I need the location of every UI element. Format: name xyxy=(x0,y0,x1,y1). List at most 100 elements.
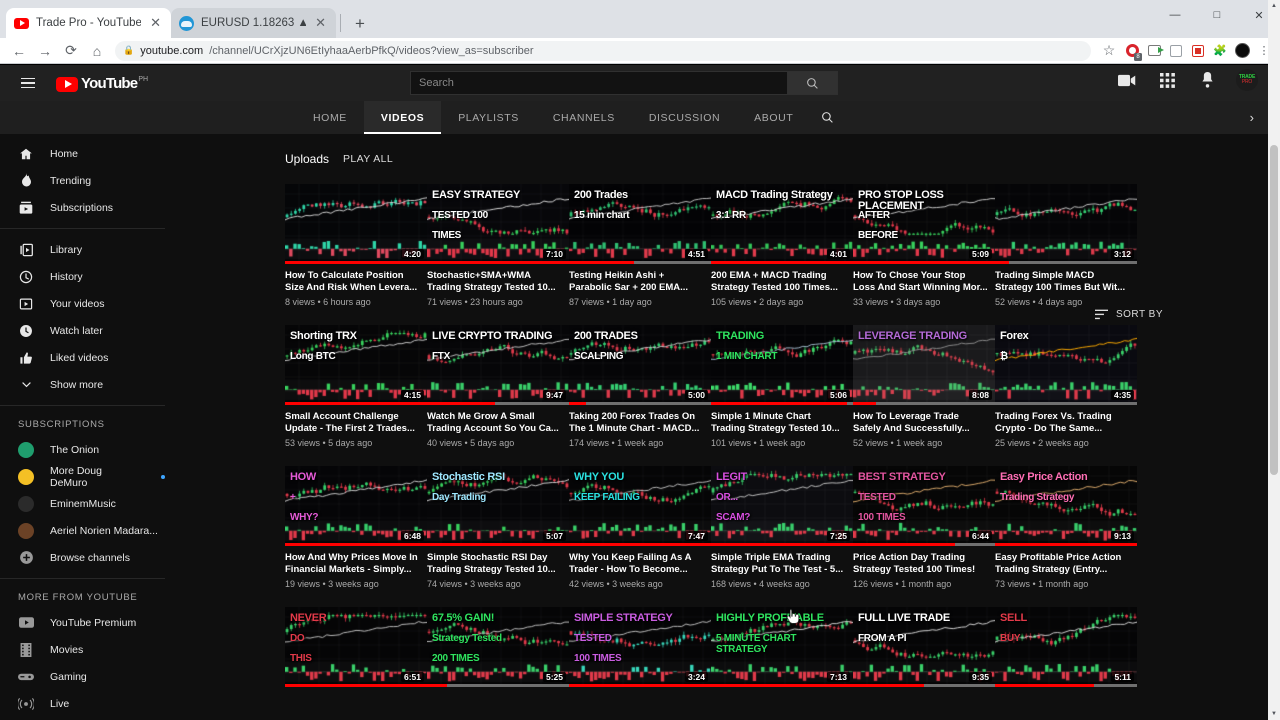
opera-icon[interactable]: 8 xyxy=(1122,41,1142,61)
puzzle-icon[interactable]: 🧩 xyxy=(1210,41,1230,61)
search-button[interactable] xyxy=(788,71,838,95)
sidebar-item-more-doug-demuro[interactable]: More Doug DeMuro xyxy=(0,463,165,490)
new-tab-button[interactable]: + xyxy=(347,14,373,38)
page-scrollbar[interactable]: ▲ ▼ xyxy=(1268,0,1280,720)
scrollbar-thumb[interactable] xyxy=(1270,145,1278,475)
video-thumbnail[interactable]: 200 TRADES SCALPING 5:00 xyxy=(569,325,711,405)
sidebar-item-liked-videos[interactable]: Liked videos xyxy=(0,344,165,371)
video-card-inner[interactable]: TRADING 1 MIN CHART 5:06 Simple 1 Minute … xyxy=(711,325,853,448)
scroll-down-arrow[interactable]: ▼ xyxy=(1268,708,1280,720)
video-card[interactable]: 4:20 How To Calculate Position Size And … xyxy=(285,184,427,307)
sidebar-item-the-onion[interactable]: The Onion xyxy=(0,436,165,463)
play-all-button[interactable]: PLAY ALL xyxy=(343,153,393,165)
sidebar-item-history[interactable]: History xyxy=(0,263,165,290)
video-card-inner[interactable]: 67.5% GAIN! Strategy Tested 200 TIMES 5:25 xyxy=(427,607,569,687)
tab-playlists[interactable]: PLAYLISTS xyxy=(441,101,536,134)
close-icon[interactable]: ✕ xyxy=(148,15,163,31)
apps-grid-icon[interactable] xyxy=(1156,69,1178,91)
tab-videos[interactable]: VIDEOS xyxy=(363,101,442,134)
video-card[interactable]: 67.5% GAIN! Strategy Tested 200 TIMES 5:25 xyxy=(427,607,569,687)
video-card[interactable]: SELL BUY 5:11 xyxy=(995,607,1137,687)
create-video-icon[interactable] xyxy=(1116,69,1138,91)
video-card[interactable]: SIMPLE STRATEGY TESTED 100 TIMES 3:24 xyxy=(569,607,711,687)
video-title[interactable]: Why You Keep Failing As A Trader - How T… xyxy=(569,552,711,575)
video-card[interactable]: TRADING 1 MIN CHART 5:06 Simple 1 Minute … xyxy=(711,325,853,448)
video-title[interactable]: Easy Profitable Price Action Trading Str… xyxy=(995,552,1137,575)
video-thumbnail[interactable]: LEGIT OR... SCAM? 7:25 xyxy=(711,466,853,546)
video-card-inner[interactable]: Shorting TRX Long BTC 4:15 Small Account … xyxy=(285,325,427,448)
video-title[interactable]: Simple Stochastic RSI Day Trading Strate… xyxy=(427,552,569,575)
video-title[interactable]: 200 EMA + MACD Trading Strategy Tested 1… xyxy=(711,270,853,293)
close-icon[interactable]: ✕ xyxy=(313,15,328,31)
browser-tab-youtube[interactable]: Trade Pro - YouTube ✕ xyxy=(6,8,171,38)
video-card-inner[interactable]: PRO STOP LOSS PLACEMENT AFTER BEFORE 5:09 … xyxy=(853,184,995,307)
channel-search-icon[interactable] xyxy=(810,101,844,134)
video-card-inner[interactable]: FULL LIVE TRADE FROM A PI 9:35 xyxy=(853,607,995,687)
video-thumbnail[interactable]: WHY YOU KEEP FAILING 7:47 xyxy=(569,466,711,546)
back-icon[interactable]: ← xyxy=(6,39,32,63)
reload-icon[interactable]: ⟳ xyxy=(58,39,84,63)
browser-tab-eurusd[interactable]: EURUSD 1.18263 ▲ +0.1% Unna ✕ xyxy=(171,8,336,38)
video-title[interactable]: Small Account Challenge Update - The Fir… xyxy=(285,411,427,434)
address-bar[interactable]: 🔒 youtube.com/channel/UCrXjzUN6EtIyhaaAe… xyxy=(115,40,1091,61)
video-thumbnail[interactable]: Easy Price Action Trading Strategy 9:13 xyxy=(995,466,1137,546)
video-thumbnail[interactable]: LEVERAGE TRADING 8:08 xyxy=(853,325,995,405)
video-card-inner[interactable]: 3:12 Trading Simple MACD Strategy 100 Ti… xyxy=(995,184,1137,307)
video-thumbnail[interactable]: Stochastic RSI Day Trading 5:07 xyxy=(427,466,569,546)
video-card[interactable]: LIVE CRYPTO TRADING FTX 9:47 Watch Me Gro… xyxy=(427,325,569,448)
sidebar-item-live[interactable]: Live xyxy=(0,690,165,717)
video-card-inner[interactable]: 200 Trades 15 min chart 4:51 Testing Heik… xyxy=(569,184,711,307)
video-card[interactable]: 200 Trades 15 min chart 4:51 Testing Heik… xyxy=(569,184,711,307)
video-thumbnail[interactable]: TRADING 1 MIN CHART 5:06 xyxy=(711,325,853,405)
guide-menu-icon[interactable] xyxy=(14,69,42,97)
video-thumbnail[interactable]: Shorting TRX Long BTC 4:15 xyxy=(285,325,427,405)
bookmark-star-icon[interactable]: ☆ xyxy=(1096,39,1122,63)
video-card[interactable]: WHY YOU KEEP FAILING 7:47 Why You Keep Fa… xyxy=(569,466,711,589)
video-thumbnail[interactable]: LIVE CRYPTO TRADING FTX 9:47 xyxy=(427,325,569,405)
video-card-inner[interactable]: MACD Trading Strategy 3:1 RR 4:01 200 EMA… xyxy=(711,184,853,307)
video-card-inner[interactable]: HOW + WHY? 6:48 How And Why Prices Move In… xyxy=(285,466,427,589)
video-card[interactable]: EASY STRATEGY TESTED 100 TIMES 7:10 Stocha… xyxy=(427,184,569,307)
video-title[interactable]: Stochastic+SMA+WMA Trading Strategy Test… xyxy=(427,270,569,293)
video-card[interactable]: Stochastic RSI Day Trading 5:07 Simple St… xyxy=(427,466,569,589)
video-card-inner[interactable]: HIGHLY PROFITABLE 5 MINUTE CHART STRATEGY… xyxy=(711,607,853,687)
sidebar-item-library[interactable]: Library xyxy=(0,236,165,263)
video-card[interactable]: PRO STOP LOSS PLACEMENT AFTER BEFORE 5:09 … xyxy=(853,184,995,307)
video-card[interactable]: FULL LIVE TRADE FROM A PI 9:35 xyxy=(853,607,995,687)
chevron-right-icon[interactable]: › xyxy=(1250,110,1254,125)
notifications-bell-icon[interactable] xyxy=(1196,69,1218,91)
video-thumbnail[interactable]: NEVER DO THIS 6:51 xyxy=(285,607,427,687)
video-card-inner[interactable]: SELL BUY 5:11 xyxy=(995,607,1137,687)
sidebar-item-show-more[interactable]: Show more xyxy=(0,371,165,398)
video-title[interactable]: How To Calculate Position Size And Risk … xyxy=(285,270,427,293)
video-title[interactable]: Testing Heikin Ashi + Parabolic Sar + 20… xyxy=(569,270,711,293)
tab-about[interactable]: ABOUT xyxy=(737,101,810,134)
video-card[interactable]: LEGIT OR... SCAM? 7:25 Simple Triple EMA T… xyxy=(711,466,853,589)
video-thumbnail[interactable]: BEST STRATEGY TESTED 100 TIMES 6:44 xyxy=(853,466,995,546)
video-card-inner[interactable]: Easy Price Action Trading Strategy 9:13 E… xyxy=(995,466,1137,589)
video-thumbnail[interactable]: 200 Trades 15 min chart 4:51 xyxy=(569,184,711,264)
video-title[interactable]: How And Why Prices Move In Financial Mar… xyxy=(285,552,427,575)
sidebar-item-subscriptions[interactable]: Subscriptions xyxy=(0,194,165,221)
video-card-inner[interactable]: Forex ₿ 4:35 Trading Forex Vs. Trading Cr… xyxy=(995,325,1137,448)
video-title[interactable]: Simple Triple EMA Trading Strategy Put T… xyxy=(711,552,853,575)
video-thumbnail[interactable]: 4:20 xyxy=(285,184,427,264)
video-card[interactable]: HIGHLY PROFITABLE 5 MINUTE CHART STRATEGY… xyxy=(711,607,853,687)
video-title[interactable]: How To Leverage Trade Safely And Success… xyxy=(853,411,995,434)
video-card[interactable]: NEVER DO THIS 6:51 xyxy=(285,607,427,687)
video-thumbnail[interactable]: HIGHLY PROFITABLE 5 MINUTE CHART STRATEGY… xyxy=(711,607,853,687)
grayscale-icon[interactable] xyxy=(1166,41,1186,61)
video-title[interactable]: How To Chose Your Stop Loss And Start Wi… xyxy=(853,270,995,293)
video-thumbnail[interactable]: 3:12 xyxy=(995,184,1137,264)
share-icon[interactable] xyxy=(1144,41,1164,61)
video-title[interactable]: Trading Simple MACD Strategy 100 Times B… xyxy=(995,270,1137,293)
sidebar-item-browse-channels[interactable]: Browse channels xyxy=(0,544,165,571)
maximize-button[interactable]: □ xyxy=(1196,0,1238,30)
sidebar-item-eminemmusic[interactable]: EminemMusic xyxy=(0,490,165,517)
avatar[interactable] xyxy=(1232,41,1252,61)
sidebar-item-gaming[interactable]: Gaming xyxy=(0,663,165,690)
video-thumbnail[interactable]: FULL LIVE TRADE FROM A PI 9:35 xyxy=(853,607,995,687)
video-card-inner[interactable]: EASY STRATEGY TESTED 100 TIMES 7:10 Stocha… xyxy=(427,184,569,307)
search-input[interactable]: Search xyxy=(410,71,788,95)
video-thumbnail[interactable]: SELL BUY 5:11 xyxy=(995,607,1137,687)
